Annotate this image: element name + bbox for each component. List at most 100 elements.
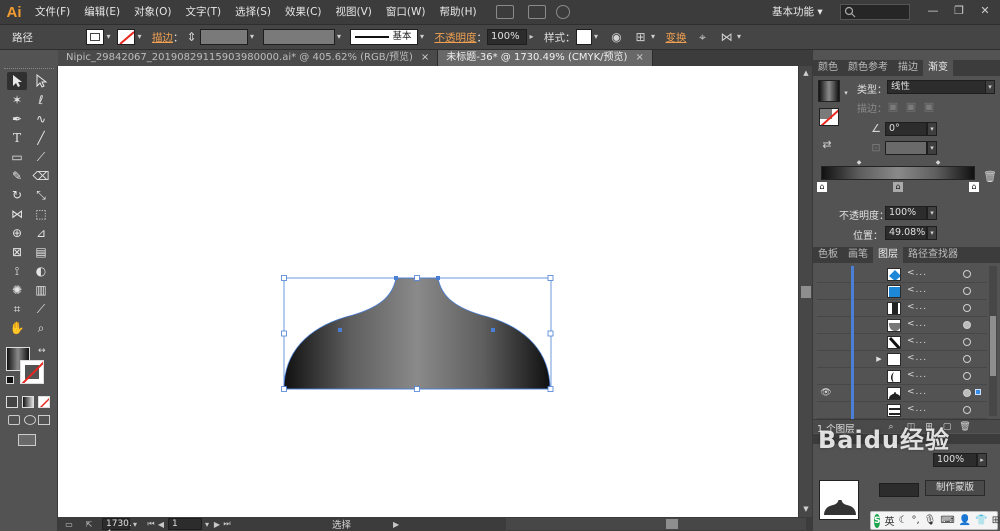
visibility-toggle[interactable] xyxy=(819,404,833,416)
expand-triangle-icon[interactable] xyxy=(874,302,884,314)
target-icon[interactable] xyxy=(963,355,971,363)
eyedropper-tool-icon[interactable]: ⟟ xyxy=(7,262,27,280)
anchor-point[interactable] xyxy=(394,276,398,280)
tab-layers[interactable]: 图层 xyxy=(873,247,903,263)
layer-row[interactable]: ▶ <... xyxy=(817,351,987,368)
gradient-slider[interactable] xyxy=(821,166,975,180)
more-options-icon[interactable]: ⋈ xyxy=(719,29,735,45)
draw-behind-icon[interactable] xyxy=(24,415,36,425)
target-icon[interactable] xyxy=(963,406,971,414)
direct-selection-tool-icon[interactable] xyxy=(31,72,51,90)
gradient-preview-dropdown[interactable]: ▾ xyxy=(842,86,850,100)
align-icon[interactable]: ⊞ xyxy=(633,29,649,45)
moon-icon[interactable]: ☾ xyxy=(898,515,907,526)
stroke-color-box[interactable] xyxy=(20,360,44,384)
none-mode-icon[interactable] xyxy=(38,396,50,408)
opacity-dropdown[interactable]: ▸ xyxy=(527,29,536,45)
shape-builder-tool-icon[interactable]: ⊕ xyxy=(7,224,27,242)
color-stop-middle[interactable]: ⌂ xyxy=(893,182,903,192)
expand-triangle-icon[interactable] xyxy=(874,387,884,399)
first-artboard-icon[interactable]: ⏮ xyxy=(146,519,156,529)
ime-toolbar[interactable]: S 英 ☾ °, 🎙 ⌨ 👤 👕 ⊞ xyxy=(870,511,1000,530)
close-icon[interactable]: × xyxy=(421,50,429,66)
hand-tool-icon[interactable]: ✋ xyxy=(7,319,27,337)
color-stop-end[interactable]: ⌂ xyxy=(969,182,979,192)
variable-width-profile[interactable] xyxy=(262,29,335,45)
bridge-icon[interactable] xyxy=(495,5,514,19)
stop-location-field[interactable]: 49.08% xyxy=(885,226,927,240)
scroll-down-icon[interactable]: ▼ xyxy=(801,504,811,514)
artboard-number-field[interactable]: 1 xyxy=(168,518,202,530)
doc-tab-nipic[interactable]: Nipic_29842067_20190829115903980000.ai* … xyxy=(58,50,439,66)
last-artboard-icon[interactable]: ⏭ xyxy=(222,519,232,529)
paintbrush-tool-icon[interactable]: ⟋ xyxy=(31,148,51,166)
layer-row[interactable]: <... xyxy=(817,402,987,419)
visibility-toggle[interactable] xyxy=(819,319,833,331)
menu-object[interactable]: 对象(O) xyxy=(127,0,178,24)
eye-icon[interactable]: 👁 xyxy=(819,387,833,399)
gradient-stroke-swatch[interactable] xyxy=(819,108,839,126)
gpu-performance-icon[interactable] xyxy=(555,5,570,19)
layer-name[interactable]: <... xyxy=(907,353,927,363)
menu-type[interactable]: 文字(T) xyxy=(179,0,229,24)
magic-wand-tool-icon[interactable]: ✶ xyxy=(7,91,27,109)
visibility-toggle[interactable] xyxy=(819,353,833,365)
stroke-dropdown[interactable]: ▾ xyxy=(135,29,144,45)
target-icon[interactable] xyxy=(963,287,971,295)
target-icon[interactable] xyxy=(963,270,971,278)
visibility-toggle[interactable] xyxy=(819,268,833,280)
variable-width-dropdown[interactable]: ▾ xyxy=(335,29,344,45)
anchor-point[interactable] xyxy=(338,328,342,332)
menu-effect[interactable]: 效果(C) xyxy=(278,0,329,24)
layer-name[interactable]: <... xyxy=(907,319,927,329)
fill-dropdown[interactable]: ▾ xyxy=(104,29,113,45)
brush-dropdown[interactable]: ▾ xyxy=(418,29,427,45)
gradient-preview[interactable] xyxy=(818,80,840,102)
bbox-handle[interactable] xyxy=(547,330,554,337)
scroll-up-icon[interactable]: ▲ xyxy=(801,68,811,78)
transform-link[interactable]: 变换 xyxy=(666,30,687,45)
search-input[interactable] xyxy=(840,4,910,20)
tab-swatches[interactable]: 色板 xyxy=(813,247,843,263)
voice-icon[interactable]: 🎙 xyxy=(924,515,937,526)
midpoint-diamond-icon[interactable]: ◆ xyxy=(855,156,863,170)
expand-triangle-icon[interactable] xyxy=(874,336,884,348)
visibility-toggle[interactable] xyxy=(819,302,833,314)
opacity-field[interactable]: 100% xyxy=(487,29,527,45)
draw-normal-icon[interactable] xyxy=(8,415,20,425)
punctuation-icon[interactable]: °, xyxy=(911,515,919,526)
expand-triangle-icon[interactable] xyxy=(874,285,884,297)
bbox-handle[interactable] xyxy=(281,386,287,392)
stroke-swatch[interactable] xyxy=(117,29,135,45)
menu-file[interactable]: 文件(F) xyxy=(28,0,77,24)
layer-row[interactable]: <... xyxy=(817,266,987,283)
anchor-point[interactable] xyxy=(436,276,440,280)
rotate-tool-icon[interactable]: ↻ xyxy=(7,186,27,204)
gradient-tool-icon[interactable]: ▤ xyxy=(31,243,51,261)
close-icon[interactable]: × xyxy=(635,50,643,66)
keyboard-icon[interactable]: ⌨ xyxy=(940,515,954,526)
tab-brushes[interactable]: 画笔 xyxy=(843,247,873,263)
swap-fill-stroke-icon[interactable]: ↔ xyxy=(38,346,48,356)
layer-name[interactable]: <... xyxy=(907,268,927,278)
artboard-dropdown[interactable]: ▾ xyxy=(202,520,212,529)
layer-name[interactable]: <... xyxy=(907,387,927,397)
zoom-tool-icon[interactable]: ⌕ xyxy=(31,319,51,337)
gradient-mode-icon[interactable] xyxy=(22,396,34,408)
menu-select[interactable]: 选择(S) xyxy=(228,0,278,24)
midpoint-diamond-icon[interactable]: ◆ xyxy=(934,156,942,170)
color-mode-icon[interactable] xyxy=(6,396,18,408)
close-button[interactable]: ✕ xyxy=(976,4,994,18)
tab-pathfinder[interactable]: 路径查找器 xyxy=(903,247,963,263)
pen-tool-icon[interactable]: ✒ xyxy=(7,110,27,128)
artboard-tool-icon[interactable]: ⌗ xyxy=(7,300,27,318)
bbox-handle[interactable] xyxy=(414,275,420,281)
mesh-tool-icon[interactable]: ⊠ xyxy=(7,243,27,261)
target-icon[interactable] xyxy=(963,372,971,380)
ime-language[interactable]: 英 xyxy=(884,513,894,528)
target-icon[interactable] xyxy=(963,338,971,346)
grid-icon[interactable]: ⊞ xyxy=(992,515,1000,526)
bbox-handle[interactable] xyxy=(281,330,287,337)
tab-stroke[interactable]: 描边 xyxy=(893,60,923,76)
menu-window[interactable]: 窗口(W) xyxy=(379,0,433,24)
